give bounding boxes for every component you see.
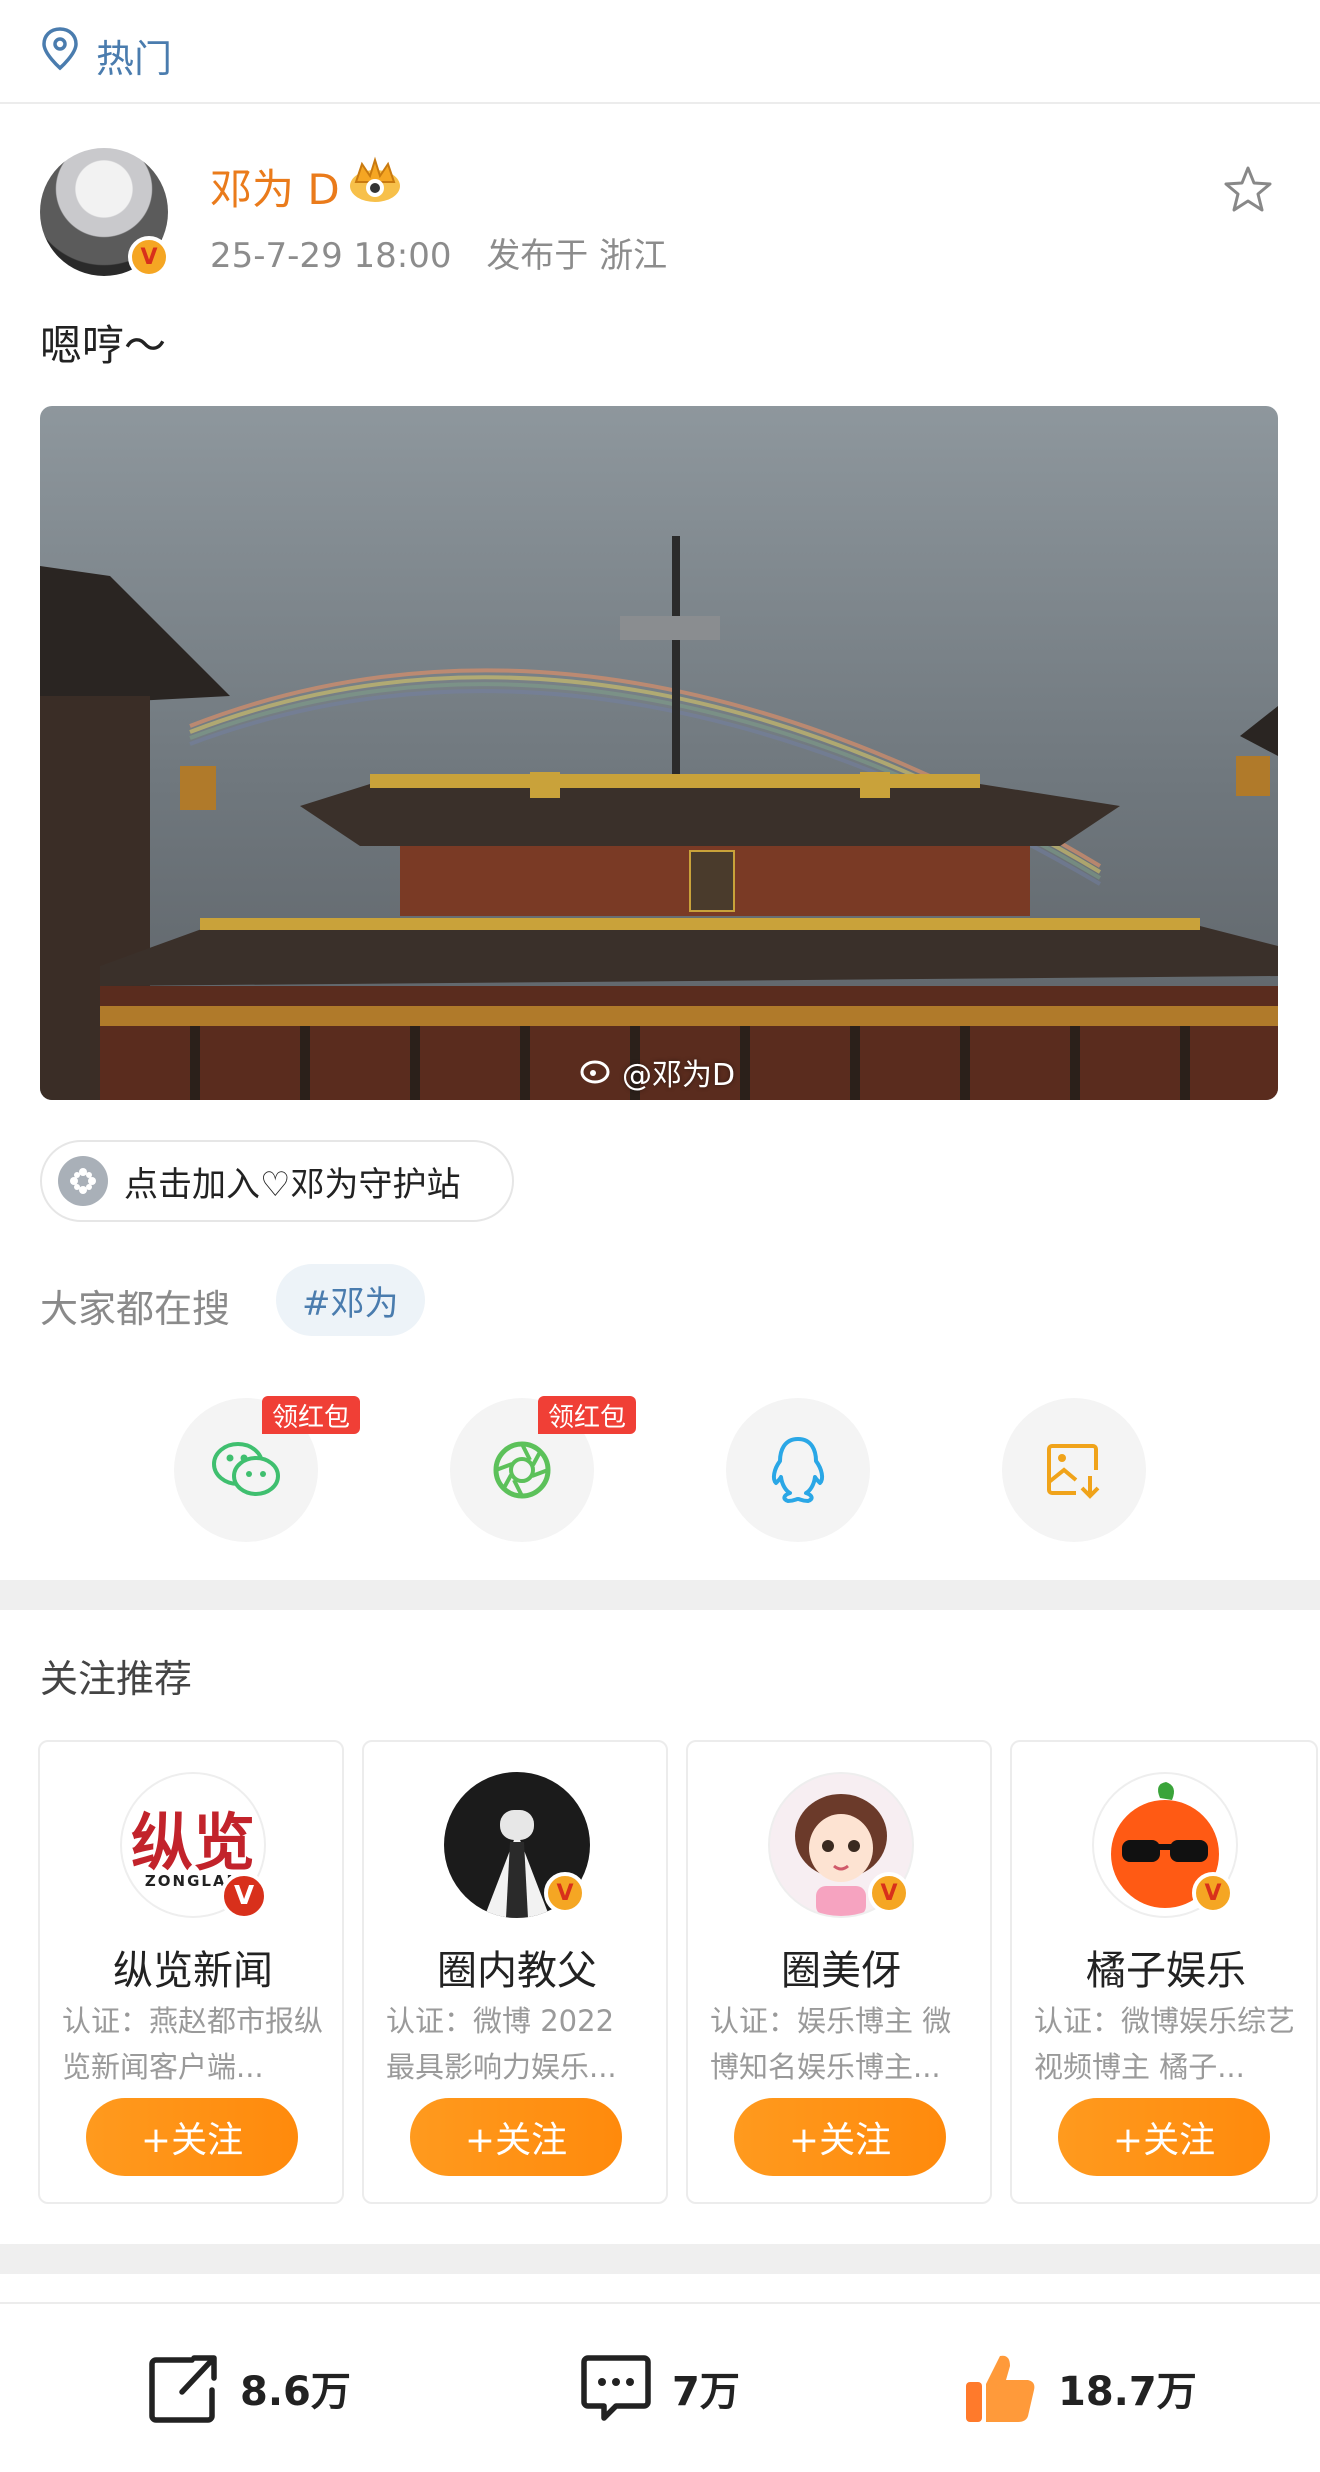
- recommend-card[interactable]: 纵览 ZONGLAN V 纵览新闻 认证：燕赵都市报纵览新闻客户端... +关注: [38, 1740, 344, 2204]
- top-bar: 热门: [0, 0, 1320, 104]
- verified-badge-icon: V: [544, 1872, 586, 1914]
- recommend-card[interactable]: V 圈美伢 认证：娱乐博主 微博知名娱乐博主... +关注: [686, 1740, 992, 2204]
- author-avatar[interactable]: V: [40, 148, 170, 278]
- wechat-icon: [212, 1442, 280, 1496]
- save-image-button[interactable]: [1002, 1398, 1146, 1542]
- share-icon: [149, 2355, 217, 2423]
- comment-icon: [581, 2355, 651, 2421]
- repost-button[interactable]: 8.6万: [146, 2348, 351, 2428]
- supertopic-icon: [58, 1156, 108, 1206]
- follow-button[interactable]: +关注: [86, 2098, 298, 2176]
- red-packet-badge: 领红包: [262, 1396, 361, 1434]
- image-watermark: @邓为D: [622, 1058, 736, 1093]
- verified-badge-icon: V: [128, 236, 170, 278]
- logo-text: 纵览: [130, 1806, 255, 1879]
- hot-tab-label[interactable]: 热门: [96, 28, 172, 83]
- follow-button[interactable]: +关注: [1058, 2098, 1270, 2176]
- comment-count: 7万: [672, 2369, 740, 2415]
- recommend-desc: 认证：微博 2022 最具影响力娱乐...: [386, 2004, 617, 2084]
- weibo-logo-icon: [580, 1060, 610, 1084]
- section-divider: [0, 1580, 1320, 1610]
- post-image[interactable]: [40, 406, 1278, 1100]
- trending-search-label: 大家都在搜: [40, 1287, 231, 1331]
- trending-search-tag[interactable]: #邓为: [276, 1264, 425, 1336]
- post-timestamp: 25-7-29 18:00: [210, 236, 452, 276]
- verified-badge-icon: V: [868, 1872, 910, 1914]
- post-meta: 25-7-29 18:00 发布于 浙江: [210, 228, 667, 277]
- save-image-icon: [1047, 1444, 1100, 1499]
- post-location: 发布于 浙江: [486, 236, 668, 276]
- like-count: 18.7万: [1058, 2369, 1197, 2415]
- org-verified-badge-icon: V: [220, 1872, 268, 1920]
- recommend-name: 纵览新闻: [113, 1948, 273, 1994]
- post-text: 嗯哼～: [40, 321, 167, 370]
- crown-icon: [350, 156, 400, 202]
- comment-button[interactable]: 7万: [578, 2348, 740, 2428]
- red-packet-badge: 领红包: [538, 1396, 637, 1434]
- recommend-desc: 认证：燕赵都市报纵览新闻客户端...: [62, 2004, 324, 2084]
- star-icon[interactable]: [1222, 164, 1274, 216]
- qq-icon: [771, 1437, 825, 1503]
- recommend-name: 橘子娱乐: [1086, 1948, 1246, 1994]
- action-bar: 8.6万 7万 18.7万: [0, 2302, 1320, 2472]
- share-qq-button[interactable]: [726, 1398, 870, 1542]
- section-divider: [0, 2244, 1320, 2274]
- follow-button[interactable]: +关注: [734, 2098, 946, 2176]
- repost-count: 8.6万: [240, 2369, 351, 2415]
- like-button[interactable]: 18.7万: [960, 2348, 1197, 2428]
- verified-badge-icon: V: [1192, 1872, 1234, 1914]
- recommend-desc: 认证：娱乐博主 微博知名娱乐博主...: [710, 2004, 952, 2084]
- recommend-name: 圈内教父: [437, 1948, 597, 1994]
- thumbs-up-icon: [966, 2355, 1035, 2422]
- post-image-drawing: [40, 536, 1278, 1100]
- recommend-card[interactable]: V 橘子娱乐 认证：微博娱乐综艺视频博主 橘子... +关注: [1010, 1740, 1318, 2204]
- join-supertopic-button[interactable]: 点击加入♡邓为守护站: [40, 1140, 514, 1222]
- recommend-card[interactable]: V 圈内教父 认证：微博 2022 最具影响力娱乐... +关注: [362, 1740, 668, 2204]
- moments-icon: [493, 1441, 551, 1499]
- recommend-desc: 认证：微博娱乐综艺视频博主 橘子...: [1034, 2004, 1296, 2084]
- author-name[interactable]: 邓为 D: [210, 156, 340, 217]
- follow-button[interactable]: +关注: [410, 2098, 622, 2176]
- recommend-title: 关注推荐: [40, 1657, 193, 1701]
- recommend-name: 圈美伢: [781, 1948, 901, 1994]
- join-label: 点击加入♡邓为守护站: [124, 1164, 461, 1205]
- location-pin-icon: [42, 27, 78, 71]
